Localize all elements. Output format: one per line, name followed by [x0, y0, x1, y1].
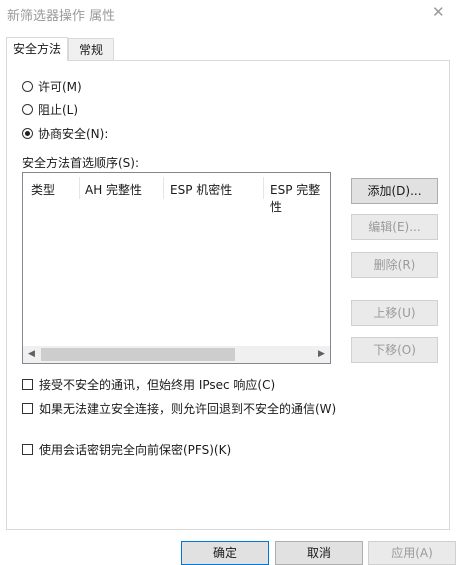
option-accept-unsecured[interactable]: 接受不安全的通讯，但始终用 IPsec 响应(C): [22, 376, 275, 392]
apply-button[interactable]: 应用(A): [368, 541, 456, 565]
ok-button[interactable]: 确定: [181, 541, 269, 565]
option-label: 接受不安全的通讯，但始终用 IPsec 响应(C): [39, 377, 276, 392]
radio-block-label: 阻止(L): [38, 102, 79, 117]
close-icon[interactable]: ✕: [432, 3, 445, 21]
radio-permit[interactable]: 许可(M): [22, 78, 82, 94]
option-pfs[interactable]: 使用会话密钥完全向前保密(PFS)(K): [22, 441, 231, 457]
title-bar: 新筛选器操作 属性 ✕: [0, 0, 456, 28]
column-header-esp-integrity[interactable]: ESP 完整性: [270, 181, 330, 215]
radio-indicator[interactable]: [22, 80, 33, 92]
scroll-thumb[interactable]: [41, 348, 235, 361]
option-label: 使用会话密钥完全向前保密(PFS)(K): [39, 442, 232, 457]
tab-security-methods[interactable]: 安全方法: [6, 37, 68, 61]
option-label: 如果无法建立安全连接，则允许回退到不安全的通信(W): [39, 401, 337, 416]
radio-permit-label: 许可(M): [38, 79, 82, 94]
checkbox[interactable]: [22, 402, 33, 414]
cancel-button[interactable]: 取消: [275, 541, 363, 565]
move-down-button[interactable]: 下移(O): [351, 337, 438, 363]
radio-negotiate-label: 协商安全(N):: [38, 126, 109, 141]
column-separator[interactable]: [163, 177, 164, 199]
column-header-ah-integrity[interactable]: AH 完整性: [85, 181, 142, 198]
security-methods-list[interactable]: 类型 AH 完整性 ESP 机密性 ESP 完整性 ◀ ▶: [22, 172, 331, 364]
radio-block[interactable]: 阻止(L): [22, 101, 78, 117]
methods-order-label: 安全方法首选顺序(S):: [22, 156, 140, 170]
radio-indicator-checked[interactable]: [22, 127, 33, 139]
checkbox[interactable]: [22, 378, 33, 390]
add-button[interactable]: 添加(D)...: [351, 178, 438, 204]
column-header-esp-confidentiality[interactable]: ESP 机密性: [170, 181, 232, 198]
column-separator[interactable]: [263, 177, 264, 199]
horizontal-scrollbar[interactable]: ◀ ▶: [23, 346, 330, 363]
dialog-footer: 确定 取消 应用(A): [0, 535, 456, 565]
tab-general[interactable]: 常规: [68, 38, 114, 60]
column-header-type[interactable]: 类型: [31, 181, 55, 198]
remove-button[interactable]: 删除(R): [351, 252, 438, 278]
scroll-right-icon[interactable]: ▶: [313, 346, 330, 363]
checkbox[interactable]: [22, 443, 33, 455]
edit-button[interactable]: 编辑(E)...: [351, 214, 438, 240]
radio-negotiate[interactable]: 协商安全(N):: [22, 125, 108, 141]
column-separator[interactable]: [79, 177, 80, 199]
option-allow-fallback[interactable]: 如果无法建立安全连接，则允许回退到不安全的通信(W): [22, 400, 336, 416]
window-title: 新筛选器操作 属性: [7, 9, 116, 24]
radio-indicator[interactable]: [22, 103, 33, 115]
move-up-button[interactable]: 上移(U): [351, 300, 438, 326]
scroll-left-icon[interactable]: ◀: [23, 346, 40, 363]
